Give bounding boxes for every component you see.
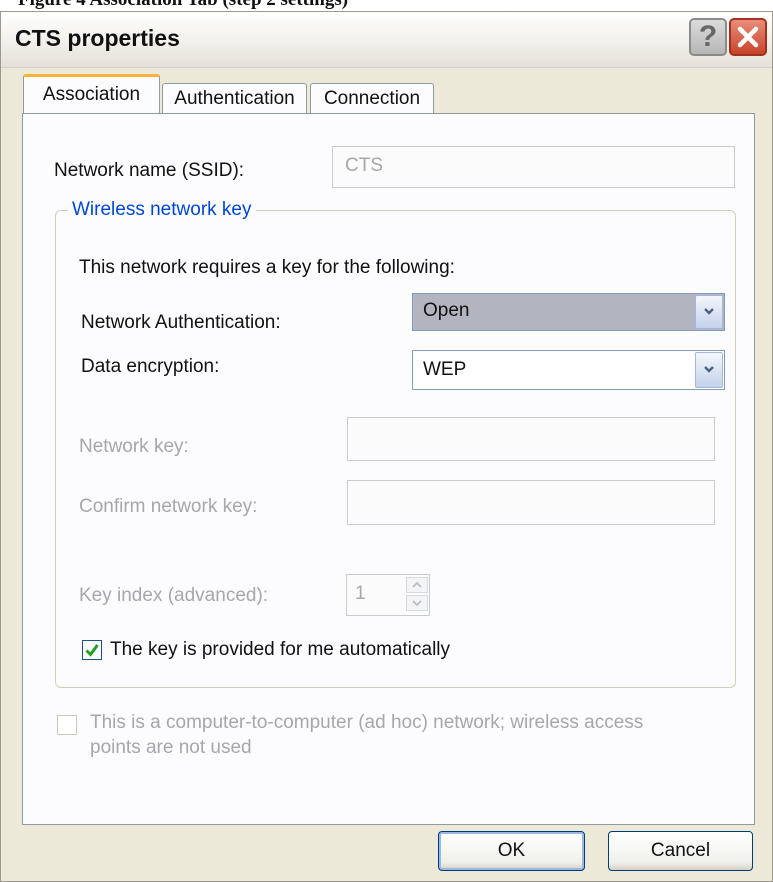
chevron-down-icon: [412, 600, 422, 606]
adhoc-label-line2: points are not used: [90, 737, 252, 758]
network-key-field[interactable]: [347, 417, 715, 461]
requires-key-text: This network requires a key for the foll…: [79, 257, 455, 278]
key-index-value: 1: [355, 583, 366, 604]
tab-authentication[interactable]: Authentication: [162, 83, 307, 113]
encryption-select[interactable]: WEP: [412, 350, 725, 390]
encryption-label: Data encryption:: [81, 356, 220, 377]
spin-down-button[interactable]: [406, 595, 428, 611]
close-icon: [737, 26, 759, 48]
window-title: CTS properties: [15, 25, 180, 51]
figure-caption-text: Figure 4 Association Tab (step 2 setting…: [18, 0, 348, 9]
confirm-key-field[interactable]: [347, 480, 715, 525]
spin-up-button[interactable]: [406, 577, 428, 593]
chevron-down-icon: [704, 366, 714, 373]
auth-dropdown-button[interactable]: [695, 295, 723, 329]
key-index-label: Key index (advanced):: [79, 585, 269, 606]
tab-association[interactable]: Association: [23, 74, 160, 113]
confirm-key-label: Confirm network key:: [79, 496, 258, 517]
key-index-spinner[interactable]: 1: [346, 574, 430, 616]
auto-key-label[interactable]: The key is provided for me automatically: [110, 639, 450, 661]
ssid-label: Network name (SSID):: [54, 160, 245, 181]
network-key-label: Network key:: [79, 436, 189, 457]
ssid-value: CTS: [345, 155, 383, 176]
title-bar: CTS properties ?: [1, 12, 772, 68]
tab-connection[interactable]: Connection: [310, 83, 434, 113]
wireless-key-group: Wireless network key This network requir…: [55, 199, 736, 688]
auth-select[interactable]: Open: [412, 293, 725, 331]
figure-caption: Figure 4 Association Tab (step 2 setting…: [0, 0, 773, 9]
auth-label: Network Authentication:: [81, 312, 281, 333]
cancel-button[interactable]: Cancel: [608, 831, 753, 871]
chevron-down-icon: [704, 308, 714, 315]
association-panel: Network name (SSID): CTS Wireless networ…: [22, 113, 755, 825]
group-title: Wireless network key: [68, 199, 256, 221]
adhoc-checkbox[interactable]: [57, 715, 77, 735]
ok-button[interactable]: OK: [438, 831, 585, 871]
close-button[interactable]: [729, 18, 767, 56]
checkmark-icon: [85, 644, 99, 657]
auto-key-checkbox[interactable]: [82, 640, 102, 660]
properties-dialog: CTS properties ? Authentication Connecti…: [0, 11, 773, 882]
encryption-dropdown-button[interactable]: [695, 352, 723, 388]
adhoc-label-line1: This is a computer-to-computer (ad hoc) …: [90, 712, 644, 733]
auth-value: Open: [423, 300, 470, 321]
ssid-field[interactable]: CTS: [332, 146, 735, 188]
help-icon: ?: [698, 20, 718, 53]
chevron-up-icon: [412, 582, 422, 588]
encryption-value: WEP: [423, 359, 467, 380]
help-button[interactable]: ?: [689, 18, 727, 56]
